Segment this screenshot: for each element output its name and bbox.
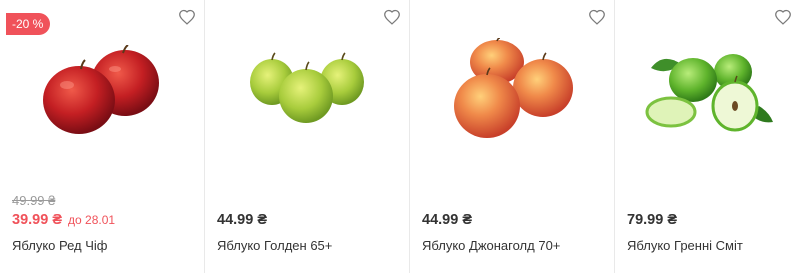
old-price: 49.99 ₴ [12, 193, 56, 208]
product-card[interactable]: 44.99 ₴ Яблуко Голден 65+ [205, 0, 410, 273]
product-name[interactable]: Яблуко Ред Чіф [12, 238, 108, 253]
product-card[interactable]: -20 % 49.99 ₴ 39.99 ₴ до 28.01 Яблуко Ре… [0, 0, 205, 273]
heart-icon[interactable] [178, 9, 196, 25]
golden-apples-image[interactable] [205, 30, 409, 150]
product-grid: -20 % 49.99 ₴ 39.99 ₴ до 28.01 Яблуко Ре… [0, 0, 800, 273]
product-name[interactable]: Яблуко Джонаголд 70+ [422, 238, 560, 253]
granny-smith-apples-image[interactable] [615, 30, 800, 150]
product-card[interactable]: 44.99 ₴ Яблуко Джонаголд 70+ [410, 0, 615, 273]
heart-icon[interactable] [383, 9, 401, 25]
price: 79.99 ₴ [627, 212, 677, 228]
price: 39.99 ₴ до 28.01 [12, 212, 115, 228]
price: 44.99 ₴ [422, 212, 472, 228]
price: 44.99 ₴ [217, 212, 267, 228]
sale-price: 39.99 ₴ [12, 212, 62, 228]
red-apples-image[interactable] [0, 30, 204, 150]
heart-icon[interactable] [588, 9, 606, 25]
jonagold-apples-image[interactable] [410, 30, 614, 150]
product-card[interactable]: 79.99 ₴ Яблуко Гренні Сміт [615, 0, 800, 273]
product-name[interactable]: Яблуко Гренні Сміт [627, 238, 743, 253]
sale-until-date: до 28.01 [68, 213, 116, 227]
product-name[interactable]: Яблуко Голден 65+ [217, 238, 332, 253]
heart-icon[interactable] [774, 9, 792, 25]
